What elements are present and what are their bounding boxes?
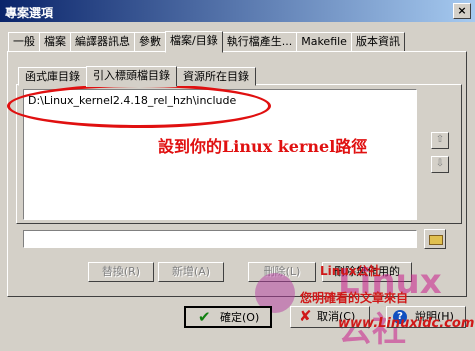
tab-build-output[interactable]: 執行檔產生... bbox=[221, 32, 298, 52]
move-up-button[interactable]: ⇧ bbox=[431, 132, 449, 149]
check-icon: ✔ bbox=[198, 308, 211, 326]
watermark-line2: 您明確看的文章來自 bbox=[300, 291, 409, 305]
tab-makefile[interactable]: Makefile bbox=[296, 32, 352, 52]
subtab-include-dirs[interactable]: 引入標頭檔目錄 bbox=[86, 66, 177, 87]
close-icon[interactable]: × bbox=[453, 3, 471, 19]
sub-tabs: 函式庫目錄 引入標頭檔目錄 資源所在目錄 bbox=[18, 65, 256, 87]
subtab-library-dirs[interactable]: 函式庫目錄 bbox=[18, 67, 87, 86]
tab-files[interactable]: 檔案 bbox=[39, 32, 71, 52]
tab-files-directories[interactable]: 檔案/目錄 bbox=[165, 31, 223, 53]
tab-version-info[interactable]: 版本資訊 bbox=[350, 32, 405, 52]
main-tabs: 一般 檔案 編譯器訊息 參數 檔案/目錄 執行檔產生... Makefile 版本資訊 bbox=[8, 30, 405, 53]
cancel-x-icon: ✘ bbox=[299, 307, 312, 325]
arrow-down-icon: ⇩ bbox=[435, 158, 445, 169]
move-down-button[interactable]: ⇩ bbox=[431, 156, 449, 173]
annotation-ellipse bbox=[7, 84, 271, 128]
subtab-resource-dirs[interactable]: 資源所在目錄 bbox=[176, 67, 256, 86]
window-title: 專案選項 bbox=[5, 6, 54, 20]
replace-button[interactable]: 替換(R) bbox=[88, 262, 154, 282]
ok-label: 確定(O) bbox=[220, 311, 260, 324]
tab-parameters[interactable]: 參數 bbox=[134, 32, 166, 52]
path-input[interactable] bbox=[23, 230, 417, 248]
tab-general[interactable]: 一般 bbox=[8, 32, 40, 52]
browse-folder-button[interactable] bbox=[424, 229, 446, 249]
watermark-url: www.Linuxidc.com bbox=[338, 316, 475, 331]
annotation-text: 設到你的Linux kernel路徑 bbox=[158, 137, 368, 156]
folder-icon bbox=[429, 235, 443, 245]
ok-button[interactable]: ✔ 確定(O) bbox=[184, 306, 272, 328]
watermark-line1: Linux公社 bbox=[320, 264, 381, 278]
title-bar: 專案選項 × bbox=[0, 0, 475, 22]
arrow-up-icon: ⇧ bbox=[435, 134, 445, 145]
tab-compiler-messages[interactable]: 編譯器訊息 bbox=[70, 32, 135, 52]
add-button[interactable]: 新增(A) bbox=[158, 262, 224, 282]
